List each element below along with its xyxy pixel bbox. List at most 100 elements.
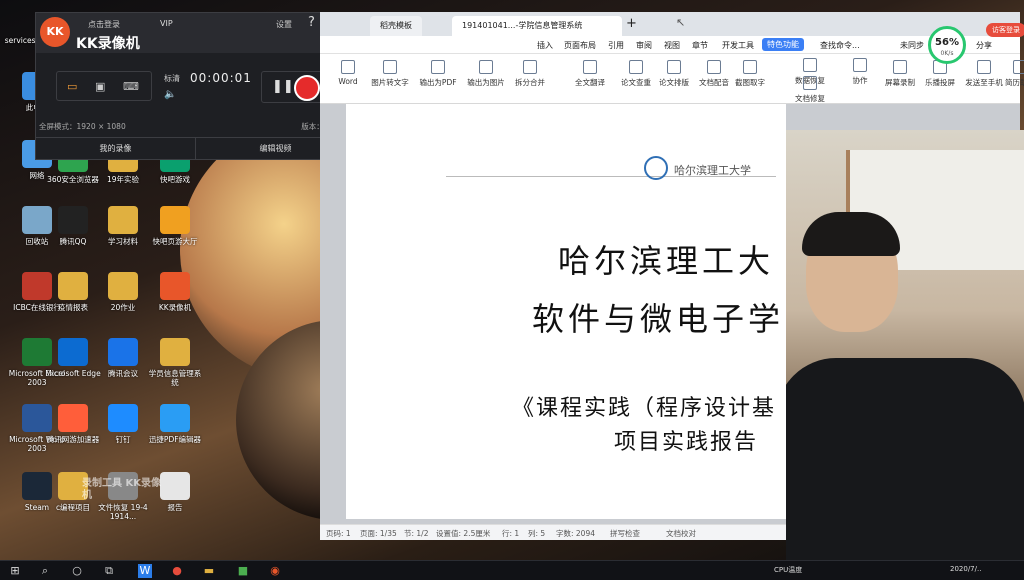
desktop-icon-label: 快吧游戏 <box>160 175 190 184</box>
pause-icon[interactable]: ❚❚ <box>272 79 294 94</box>
app-icon <box>58 338 88 366</box>
ribbon-label: Word <box>338 77 358 86</box>
ribbon-button[interactable]: 乐播投屏 <box>920 60 960 88</box>
sync-status[interactable]: 未同步 <box>900 40 924 51</box>
status-spell[interactable]: 拼写检查 <box>610 528 640 539</box>
kk-header: KK 点击登录 VIP KK录像机 设置 ? — × <box>36 13 356 53</box>
menu-special[interactable]: 特色功能 <box>762 38 804 51</box>
status-pages[interactable]: 页面: 1/35 <box>360 528 397 539</box>
kk-login-link[interactable]: 点击登录 <box>88 19 120 30</box>
status-words[interactable]: 字数: 2094 <box>556 528 595 539</box>
ribbon-button[interactable]: 协作 <box>840 58 880 86</box>
share-button[interactable]: 分享 <box>976 40 992 51</box>
game-mode-icon[interactable]: ⌨ <box>123 80 139 93</box>
ribbon-button[interactable]: 简历助手 <box>1000 60 1024 88</box>
ribbon-label: 乐播投屏 <box>925 78 955 87</box>
desktop-icon[interactable]: KK录像机 <box>146 272 204 312</box>
menu-dev-tools[interactable]: 开发工具 <box>722 40 754 51</box>
app-icon <box>108 272 138 300</box>
webcam-overlay <box>786 130 1024 580</box>
ribbon-button[interactable]: Word <box>328 60 368 86</box>
kk-taskbar-icon[interactable]: ◉ <box>268 564 282 578</box>
ribbon-button[interactable]: 发送至手机 <box>964 60 1004 88</box>
clock[interactable]: 2020/7/.. <box>950 565 981 573</box>
desktop-icon-label: 20作业 <box>110 303 136 312</box>
memory-gauge[interactable]: 56% 0K/s <box>928 26 966 64</box>
menu-review[interactable]: 审阅 <box>636 40 652 51</box>
cpu-temp-label: CPU温度 <box>774 566 803 574</box>
cover-subtitle-1: 《课程实践（程序设计基 <box>512 396 777 421</box>
app-icon <box>160 338 190 366</box>
app-icon <box>58 206 88 234</box>
ribbon-button[interactable]: 截图取字 <box>730 60 770 88</box>
kk-vip-badge[interactable]: VIP <box>160 19 173 28</box>
ribbon-tool-icon <box>523 60 537 74</box>
ribbon-button[interactable]: 拆分合并 <box>510 60 550 88</box>
app-taskbar-icon[interactable]: ■ <box>236 564 250 578</box>
menu-layout[interactable]: 页面布局 <box>564 40 596 51</box>
tab-docer[interactable]: 稻壳模板 <box>370 16 422 36</box>
kk-capture-modes: ▭ ▣ ⌨ <box>56 71 152 101</box>
ribbon-button[interactable]: 论文排版 <box>654 60 694 88</box>
ribbon-button[interactable]: 文档修复 <box>790 76 830 104</box>
ribbon-button[interactable]: 输出为PDF <box>418 60 458 88</box>
desktop-icon[interactable]: 迅捷PDF编辑器 <box>146 404 204 444</box>
ribbon-tool-icon <box>893 60 907 74</box>
ribbon-button[interactable]: 图片转文字 <box>370 60 410 88</box>
menu-reference[interactable]: 引用 <box>608 40 624 51</box>
app-icon <box>108 338 138 366</box>
kk-settings-button[interactable]: 设置 <box>276 19 292 30</box>
desktop-icon-label: 钉钉 <box>115 435 131 444</box>
kk-logo-icon: KK <box>40 17 70 47</box>
cortana-icon[interactable]: ○ <box>70 564 84 578</box>
desktop-icon-label: 报告 <box>167 503 183 512</box>
desktop-icon[interactable]: 钉钉 <box>94 404 152 444</box>
kk-quality[interactable]: 标清 <box>164 73 180 84</box>
desktop-icon-label: 19年实验 <box>106 175 140 184</box>
desktop-icon[interactable]: 快吧页游大厅 <box>146 206 204 246</box>
menu-view[interactable]: 视图 <box>664 40 680 51</box>
desktop-icon[interactable]: 20作业 <box>94 272 152 312</box>
tab-document[interactable]: 191401041...-学院信息管理系统 <box>452 16 622 36</box>
ribbon-label: 简历助手 <box>1005 78 1024 87</box>
help-icon[interactable]: ? <box>308 15 315 30</box>
ribbon-tool-icon <box>977 60 991 74</box>
desktop-icon[interactable]: 学员信息管理系统 <box>146 338 204 387</box>
folder-taskbar-icon[interactable]: ▬ <box>202 564 216 578</box>
desktop-icon[interactable]: 腾讯会议 <box>94 338 152 378</box>
search-command-input[interactable]: 查找命令... <box>820 40 860 51</box>
desktop-icon-label: 迅捷PDF编辑器 <box>148 435 202 444</box>
windows-start-icon[interactable]: ⊞ <box>8 564 22 578</box>
window-mode-icon[interactable]: ▣ <box>95 80 105 93</box>
status-proof[interactable]: 文档校对 <box>666 528 696 539</box>
status-page: 页码: 1 <box>326 529 351 538</box>
tab-my-recordings[interactable]: 我的录像 <box>36 138 196 159</box>
ribbon-button[interactable]: 文档配音 <box>694 60 734 88</box>
ribbon-button[interactable]: 全文翻译 <box>570 60 610 88</box>
menu-chapter[interactable]: 章节 <box>692 40 708 51</box>
ribbon-label: 论文排版 <box>659 78 689 87</box>
new-tab-icon[interactable]: + <box>626 16 637 31</box>
ribbon-label: 输出为PDF <box>419 78 457 87</box>
app-icon <box>160 472 190 500</box>
ribbon-button[interactable]: 输出为图片 <box>466 60 506 88</box>
volume-icon[interactable]: 🔈 <box>164 89 176 100</box>
desktop-icon[interactable]: 学习材料 <box>94 206 152 246</box>
task-view-icon[interactable]: ⧉ <box>102 564 116 578</box>
ribbon-button[interactable]: 论文查重 <box>616 60 656 88</box>
ribbon-tool-icon <box>853 58 867 72</box>
search-icon[interactable]: ⌕ <box>38 564 52 578</box>
app-icon <box>160 272 190 300</box>
screen-mode-icon[interactable]: ▭ <box>67 80 77 93</box>
kk-watermark: 录制工具 KK录像机 <box>82 478 161 501</box>
recorder-taskbar-icon[interactable]: ● <box>170 564 184 578</box>
ribbon-button[interactable]: 屏幕录制 <box>880 60 920 88</box>
ribbon-label: 输出为图片 <box>467 78 505 87</box>
menu-insert[interactable]: 插入 <box>537 40 553 51</box>
ribbon-label: 图片转文字 <box>371 78 409 87</box>
ribbon-label: 论文查重 <box>621 78 651 87</box>
stop-record-button[interactable] <box>294 75 320 101</box>
wps-taskbar-icon[interactable]: W <box>138 564 152 578</box>
visitor-login-button[interactable]: 访客登录 <box>986 23 1024 37</box>
ribbon-tool-icon <box>479 60 493 74</box>
